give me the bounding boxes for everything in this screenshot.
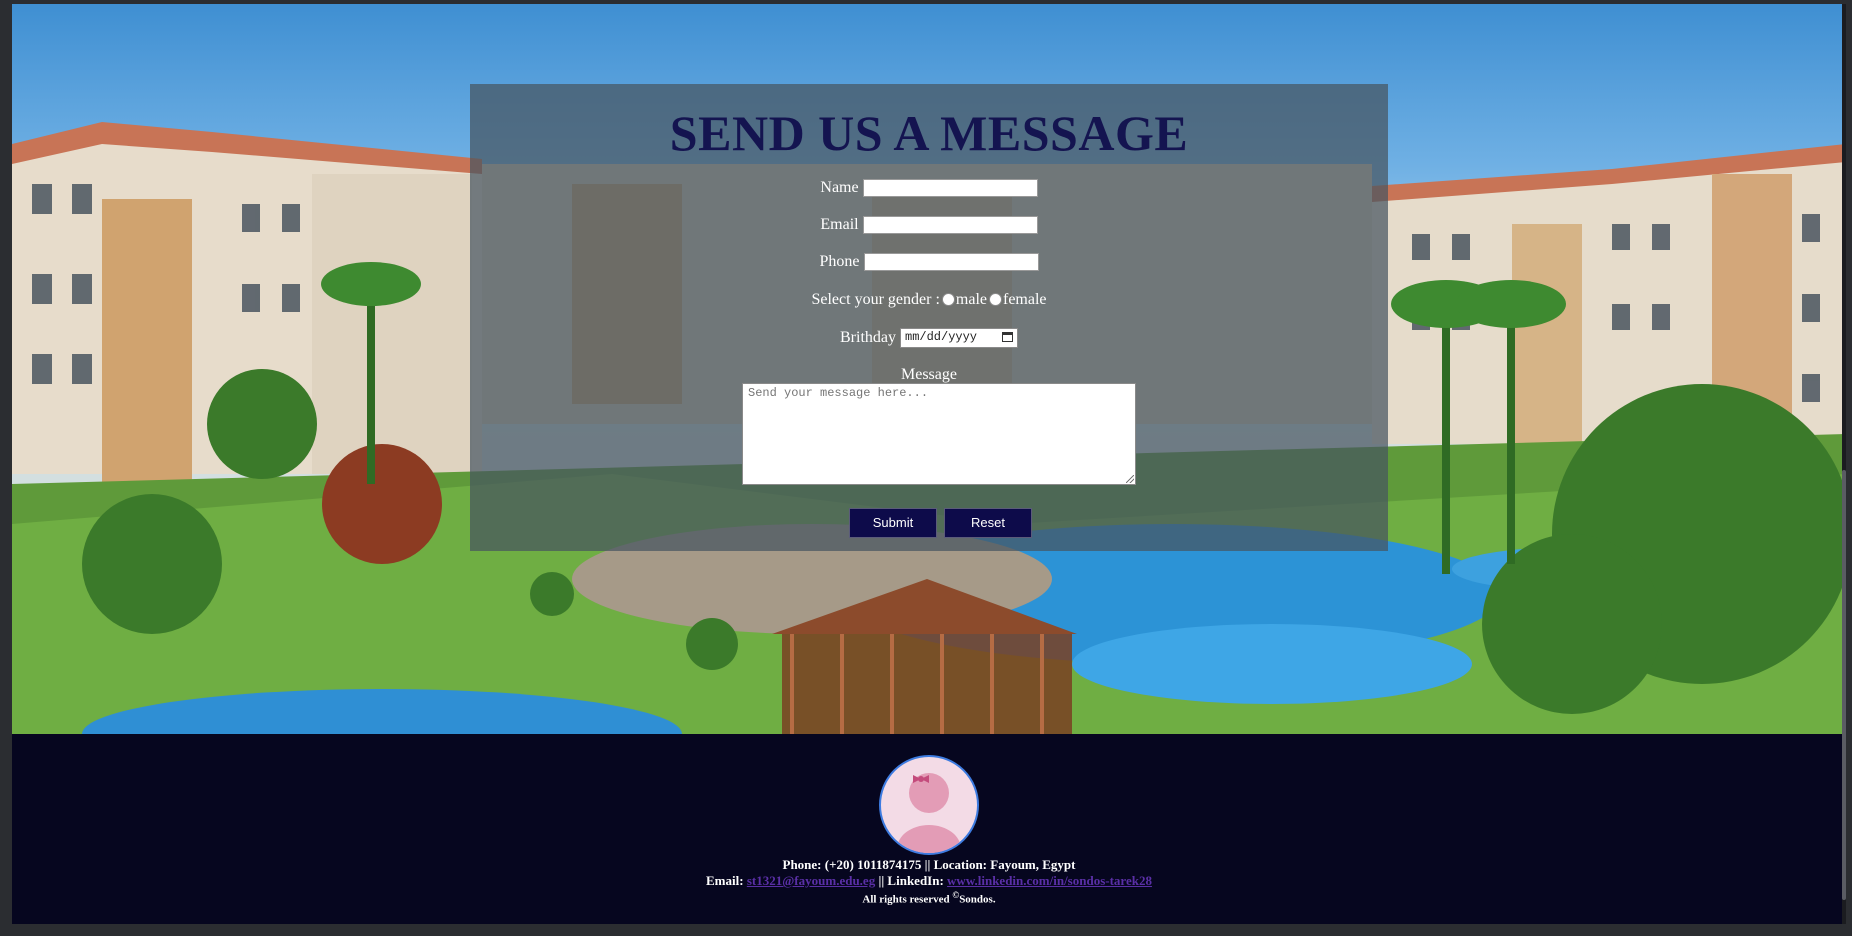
message-placeholder: Send your message here...: [748, 386, 929, 400]
birthday-placeholder: mm/dd/yyyy: [905, 330, 978, 344]
message-label-row: Message: [470, 366, 1388, 384]
linkedin-prefix: || LinkedIn:: [878, 873, 944, 888]
birthday-label: Brithday: [840, 328, 896, 346]
avatar: [879, 755, 979, 855]
email-input[interactable]: [862, 216, 1038, 235]
site-footer: Phone: (+20) 1011874175 || Location: Fay…: [12, 734, 1846, 924]
gender-row: Select your gender : male female: [470, 291, 1388, 309]
copyright-line: All rights reserved ©Sondos.: [12, 890, 1846, 906]
page-title: SEND US A MESSAGE: [669, 105, 1189, 161]
hero-background: SEND US A MESSAGE Name Email Phone Selec…: [12, 4, 1846, 734]
email-row: Email: [470, 216, 1388, 235]
birthday-date-input[interactable]: mm/dd/yyyy: [900, 328, 1018, 348]
phone-row: Phone: [470, 253, 1388, 272]
phone-label: Phone: [819, 253, 860, 270]
owner-name: Sondos.: [959, 893, 996, 906]
email-prefix: Email:: [706, 873, 744, 888]
name-input[interactable]: [862, 179, 1038, 198]
name-row: Name: [470, 179, 1388, 198]
rights-text: All rights reserved: [862, 893, 950, 906]
email-linkedin-line: Email: st1321@fayoum.edu.eg || LinkedIn:…: [12, 873, 1846, 889]
linkedin-link[interactable]: www.linkedin.com/in/sondos-tarek28: [947, 873, 1152, 888]
page-viewport: SEND US A MESSAGE Name Email Phone Selec…: [12, 4, 1846, 924]
gender-male-radio[interactable]: [941, 292, 955, 306]
submit-button[interactable]: Submit: [849, 508, 937, 538]
calendar-icon[interactable]: [1002, 332, 1013, 342]
message-textarea[interactable]: Send your message here...: [742, 383, 1136, 485]
gender-female-radio[interactable]: [988, 292, 1002, 306]
contact-line: Phone: (+20) 1011874175 || Location: Fay…: [782, 857, 1076, 872]
resize-handle-icon[interactable]: [1126, 475, 1134, 483]
contact-form-card: SEND US A MESSAGE Name Email Phone Selec…: [470, 84, 1388, 551]
email-label: Email: [820, 216, 859, 233]
email-link[interactable]: st1321@fayoum.edu.eg: [747, 873, 875, 888]
gender-female-label: female: [1002, 291, 1047, 308]
name-label: Name: [820, 179, 859, 196]
gender-label: Select your gender :: [811, 291, 940, 308]
gender-male-label: male: [955, 291, 987, 308]
profile-girl-icon: [897, 773, 961, 853]
birthday-row: Brithday mm/dd/yyyy: [470, 328, 1388, 348]
message-label: Message: [901, 366, 957, 383]
scrollbar-thumb[interactable]: [1842, 470, 1846, 900]
reset-button[interactable]: Reset: [944, 508, 1032, 538]
phone-input[interactable]: [863, 253, 1039, 272]
